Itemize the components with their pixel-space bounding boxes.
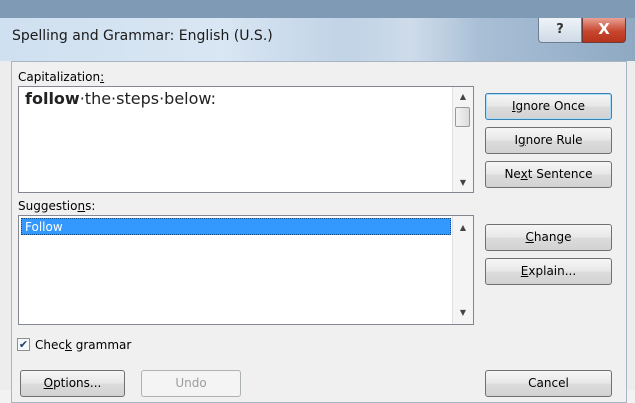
suggestions-list[interactable]: Follow ▲ ▼ xyxy=(18,215,474,325)
sentence-text: follow·the·steps·below: xyxy=(25,89,216,108)
scroll-up-icon[interactable]: ▲ xyxy=(453,88,473,105)
options-button[interactable]: Options... xyxy=(20,370,125,397)
next-sentence-button[interactable]: Next Sentence xyxy=(485,161,612,188)
scroll-up-icon[interactable]: ▲ xyxy=(453,219,473,236)
check-grammar-checkbox[interactable]: ✔ xyxy=(17,338,30,351)
dialog-body: Capitalization: follow·the·steps·below: … xyxy=(11,61,627,403)
sentence-rest: ·the·steps·below: xyxy=(79,89,216,108)
sentence-scrollbar[interactable]: ▲ ▼ xyxy=(452,87,473,192)
scroll-down-icon[interactable]: ▼ xyxy=(453,304,473,321)
help-icon: ? xyxy=(556,22,564,37)
change-button[interactable]: Change xyxy=(485,224,612,251)
dialog-window: Spelling and Grammar: English (U.S.) ? X… xyxy=(0,0,635,403)
scroll-down-icon[interactable]: ▼ xyxy=(453,174,473,191)
explain-button[interactable]: Explain... xyxy=(485,258,612,285)
capitalization-label: Capitalization: xyxy=(18,70,105,84)
window-title: Spelling and Grammar: English (U.S.) xyxy=(12,28,273,44)
suggestion-item[interactable]: Follow xyxy=(21,218,451,235)
check-grammar-label[interactable]: Check grammar xyxy=(35,338,131,352)
close-icon: X xyxy=(598,20,610,38)
undo-button[interactable]: Undo xyxy=(141,370,241,397)
title-bar[interactable]: Spelling and Grammar: English (U.S.) ? X xyxy=(0,18,635,61)
ignore-rule-button[interactable]: Ignore Rule xyxy=(485,127,612,154)
title-bar-shine xyxy=(340,18,480,61)
help-button[interactable]: ? xyxy=(538,18,582,43)
suggestions-label: Suggestions: xyxy=(18,199,96,213)
checkmark-icon: ✔ xyxy=(18,338,29,351)
scroll-thumb[interactable] xyxy=(455,107,470,127)
suggestions-scrollbar[interactable]: ▲ ▼ xyxy=(452,216,473,324)
error-word: follow xyxy=(25,89,80,108)
ignore-once-button[interactable]: Ignore Once xyxy=(485,93,612,120)
sentence-textbox[interactable]: follow·the·steps·below: ▲ ▼ xyxy=(18,86,474,193)
close-button[interactable]: X xyxy=(582,18,626,43)
cancel-button[interactable]: Cancel xyxy=(485,370,612,397)
